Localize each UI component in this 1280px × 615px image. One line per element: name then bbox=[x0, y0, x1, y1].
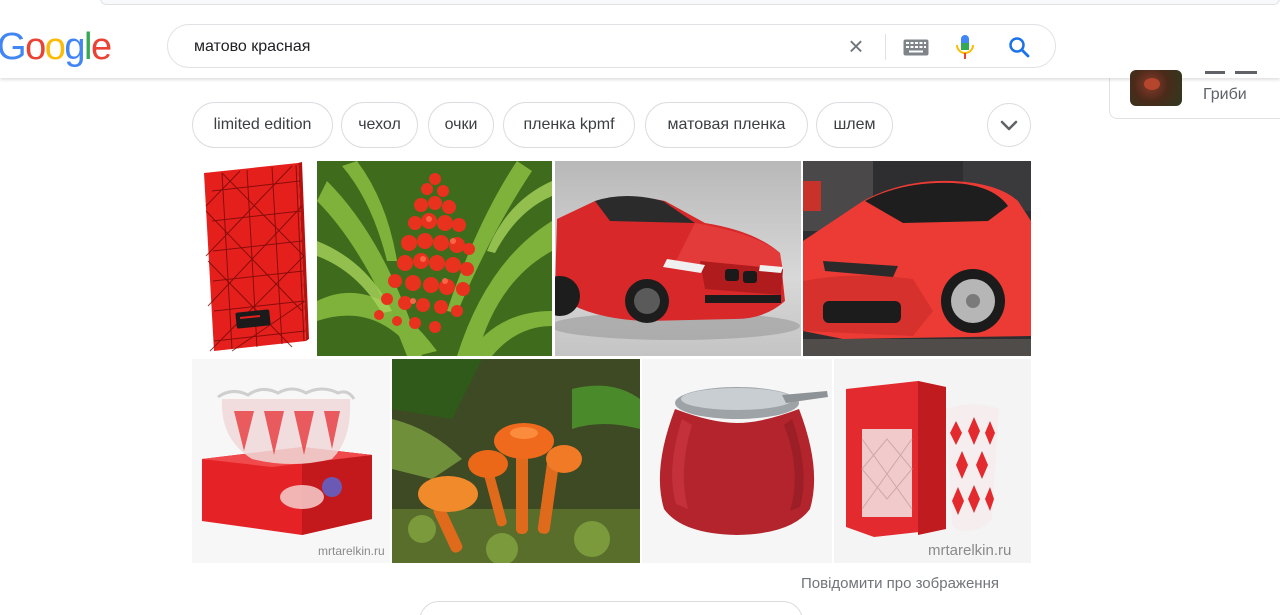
chip-matovaya-plenka[interactable]: матовая пленка bbox=[645, 102, 808, 148]
image-result-bmw[interactable] bbox=[555, 161, 801, 356]
chip-ochki[interactable]: очки bbox=[428, 102, 494, 148]
top-bar-edge bbox=[100, 0, 1280, 5]
chips-expand-button[interactable] bbox=[987, 103, 1031, 147]
knowledge-panel-label[interactable]: Гриби bbox=[1203, 86, 1247, 104]
crystal-bowl-box-image: mrtarelkin.ru bbox=[192, 359, 390, 563]
google-logo[interactable]: Google bbox=[0, 26, 112, 69]
report-images-link[interactable]: Повідомити про зображення bbox=[801, 575, 999, 592]
search-box[interactable]: матово красная × bbox=[167, 24, 1056, 68]
search-icon[interactable] bbox=[1007, 35, 1031, 59]
red-notebook-image bbox=[204, 162, 309, 352]
image-result-crystal-bowl[interactable]: mrtarelkin.ru bbox=[192, 359, 390, 563]
chevron-down-icon bbox=[1000, 120, 1018, 131]
image-result-audi[interactable] bbox=[803, 161, 1031, 356]
image-result-mushrooms[interactable] bbox=[392, 359, 640, 563]
mushroom-thumbnail[interactable] bbox=[1130, 70, 1182, 106]
chip-shlem[interactable]: шлем bbox=[816, 102, 893, 148]
knowledge-panel-text-remnant bbox=[1205, 70, 1260, 76]
image-result-sugar-bowl[interactable] bbox=[642, 359, 832, 563]
search-header: Google матово красная × bbox=[0, 12, 1280, 78]
more-results-button[interactable] bbox=[419, 601, 803, 615]
image-result-plant[interactable] bbox=[317, 161, 552, 356]
red-audi-car-image bbox=[803, 161, 1031, 356]
image-result-crystal-vase[interactable]: mrtarelkin.ru bbox=[834, 359, 1031, 563]
clear-icon[interactable]: × bbox=[844, 33, 868, 59]
red-flower-plant-image bbox=[317, 161, 552, 356]
red-sugar-bowl-image bbox=[642, 359, 832, 563]
chip-chehol[interactable]: чехол bbox=[341, 102, 418, 148]
red-bmw-car-image bbox=[555, 196, 800, 340]
microphone-icon[interactable] bbox=[954, 34, 976, 60]
watermark-text: mrtarelkin.ru bbox=[318, 544, 385, 558]
watermark-text: mrtarelkin.ru bbox=[928, 542, 1011, 559]
chip-limited-edition[interactable]: limited edition bbox=[192, 102, 333, 148]
orange-mushrooms-image bbox=[392, 359, 640, 563]
image-result-notebook[interactable] bbox=[192, 161, 316, 356]
keyboard-icon[interactable] bbox=[903, 39, 929, 56]
crystal-vase-box-image: mrtarelkin.ru bbox=[834, 359, 1031, 563]
chip-plenka-kpmf[interactable]: пленка kpmf bbox=[503, 102, 635, 148]
search-input[interactable]: матово красная bbox=[194, 38, 310, 56]
search-divider bbox=[885, 34, 886, 60]
